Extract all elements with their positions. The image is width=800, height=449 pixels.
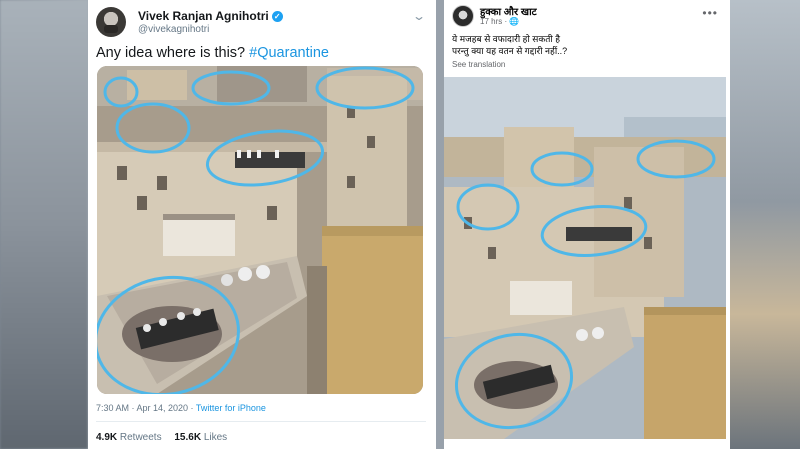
tweet-card: Vivek Ranjan Agnihotri ✓ @vivekagnihotri … xyxy=(88,0,436,449)
globe-icon: 🌐 xyxy=(509,17,520,26)
retweets-label: Retweets xyxy=(117,432,162,443)
background-right-blur xyxy=(730,0,800,449)
post-photo[interactable] xyxy=(444,77,726,439)
post-text-line2: परन्तु क्या यह वतन से गद्दारी नहीं..? xyxy=(452,46,568,56)
post-time[interactable]: 17 hrs · 🌐 xyxy=(480,17,519,26)
timestamp-text[interactable]: 7:30 AM · Apr 14, 2020 · xyxy=(96,403,196,413)
likes-count: 15.6K xyxy=(174,432,202,443)
tweet-photo[interactable] xyxy=(97,66,423,394)
rooftop-photo-illustration xyxy=(97,66,423,394)
likes-label: Likes xyxy=(201,432,228,443)
user-name-text[interactable]: Vivek Ranjan Agnihotri xyxy=(138,9,269,23)
rooftop-photo-illustration-alt xyxy=(444,77,726,439)
tweet-text-plain: Any idea where is this? xyxy=(96,45,250,61)
chevron-down-icon[interactable]: ⌄ xyxy=(412,9,426,23)
likes-stat[interactable]: 15.6K Likes xyxy=(174,432,227,443)
facebook-post-card: हुक्का और खाट 17 hrs · 🌐 ••• ये मजहब से … xyxy=(444,0,730,449)
user-name[interactable]: Vivek Ranjan Agnihotri ✓ xyxy=(138,9,283,23)
page-name[interactable]: हुक्का और खाट xyxy=(480,4,537,18)
background-left-blur xyxy=(0,0,88,449)
avatar[interactable] xyxy=(96,7,126,37)
user-handle[interactable]: @vivekagnihotri xyxy=(138,24,209,35)
tweet-source-link[interactable]: Twitter for iPhone xyxy=(196,403,266,413)
tweet-stats: 4.9K Retweets 15.6K Likes xyxy=(96,432,227,443)
hashtag-link[interactable]: #Quarantine xyxy=(249,45,329,61)
post-time-text[interactable]: 17 hrs · xyxy=(480,17,509,26)
page-avatar[interactable] xyxy=(452,5,474,27)
more-options-icon[interactable]: ••• xyxy=(702,6,718,20)
retweets-count: 4.9K xyxy=(96,432,118,443)
tweet-timestamp: 7:30 AM · Apr 14, 2020 · Twitter for iPh… xyxy=(96,403,266,413)
retweets-stat[interactable]: 4.9K Retweets xyxy=(96,432,162,443)
tweet-text: Any idea where is this? #Quarantine xyxy=(96,45,329,61)
see-translation-link[interactable]: See translation xyxy=(452,60,505,69)
verified-badge-icon: ✓ xyxy=(271,11,283,22)
tweet-header: Vivek Ranjan Agnihotri ✓ @vivekagnihotri … xyxy=(96,7,426,39)
divider xyxy=(96,421,426,422)
